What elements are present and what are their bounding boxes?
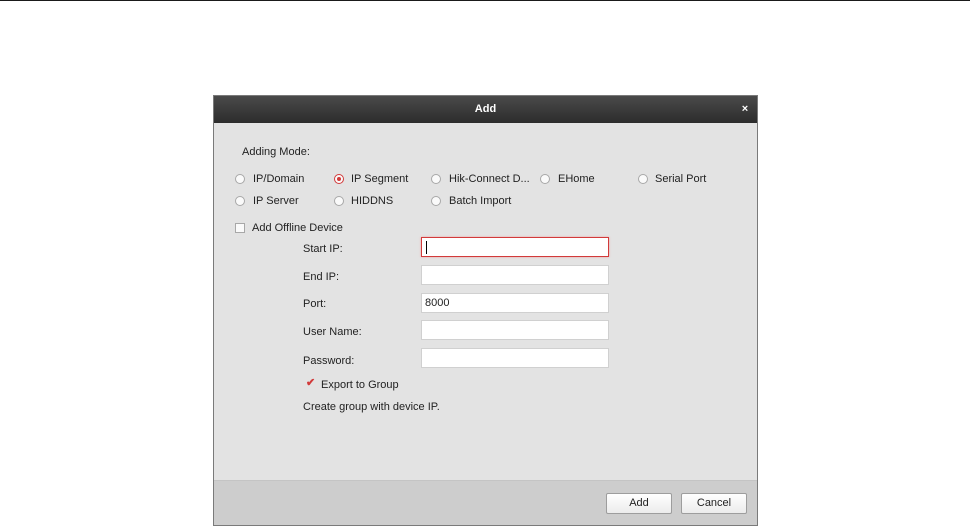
mode-label-hiddns: HIDDNS [351,195,394,207]
top-border-line [0,0,970,1]
password-input[interactable] [421,348,609,368]
dialog-footer: Add Cancel [214,480,757,525]
add-offline-device-checkbox[interactable] [235,223,245,233]
export-to-group-label: Export to Group [321,379,399,391]
user-name-input[interactable] [421,320,609,340]
text-caret [426,241,427,254]
port-label: Port: [303,298,327,310]
group-hint-text: Create group with device IP. [303,401,440,413]
user-name-label: User Name: [303,326,362,338]
mode-label-ip-server: IP Server [253,195,299,207]
mode-label-hik-connect: Hik-Connect D... [449,173,530,185]
radio-ehome[interactable] [540,174,550,184]
close-icon[interactable]: × [739,96,751,123]
add-offline-device-label: Add Offline Device [252,222,343,234]
mode-label-ip-segment: IP Segment [351,173,409,185]
radio-ip-domain[interactable] [235,174,245,184]
radio-ip-server[interactable] [235,196,245,206]
radio-serial-port[interactable] [638,174,648,184]
end-ip-input[interactable] [421,265,609,285]
radio-hik-connect[interactable] [431,174,441,184]
start-ip-label: Start IP: [303,243,343,255]
radio-hiddns[interactable] [334,196,344,206]
dialog-titlebar[interactable]: Add × [214,96,757,123]
adding-mode-label: Adding Mode: [242,146,310,158]
mode-label-ip-domain: IP/Domain [253,173,305,185]
cancel-button[interactable]: Cancel [681,493,747,514]
export-to-group-checkbox[interactable]: ✔ [305,377,315,390]
end-ip-label: End IP: [303,271,340,283]
port-input[interactable]: 8000 [421,293,609,313]
start-ip-input[interactable] [421,237,609,257]
port-value: 8000 [425,297,450,309]
mode-label-serial-port: Serial Port [655,173,707,185]
checkmark-icon: ✔ [306,377,316,389]
mode-label-batch-import: Batch Import [449,195,512,207]
dialog-title: Add [474,103,497,115]
mode-label-ehome: EHome [558,173,595,185]
password-label: Password: [303,355,355,367]
add-device-dialog: Add × Adding Mode: IP/Domain IP Segment … [213,95,758,526]
add-button[interactable]: Add [606,493,672,514]
radio-ip-segment[interactable] [334,174,344,184]
radio-batch-import[interactable] [431,196,441,206]
